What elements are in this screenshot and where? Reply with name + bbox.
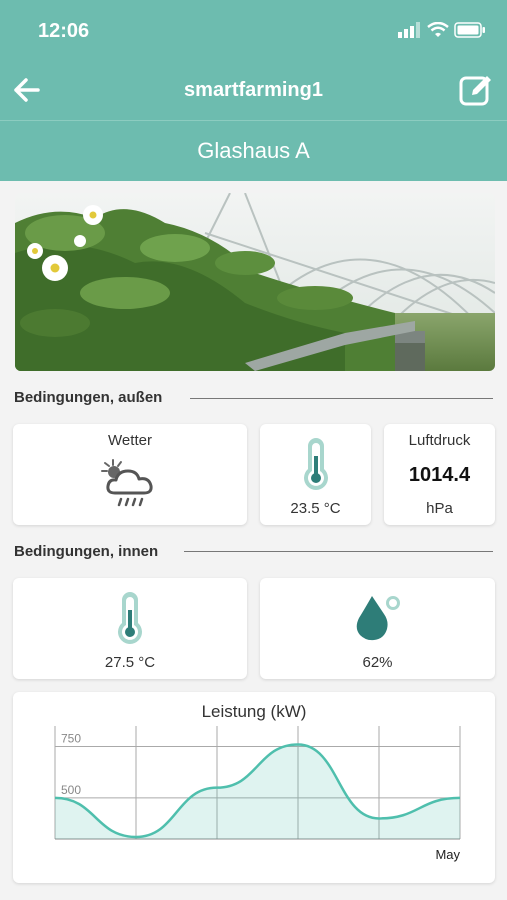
section-divider-outside [190,398,493,399]
section-title-inside: Bedingungen, innen [14,543,159,560]
weather-label: Wetter [108,432,152,449]
greenhouse-header: Glashaus A [0,121,507,181]
wifi-icon [427,22,449,37]
inside-temperature-card[interactable]: 27.5 °C [13,578,247,679]
edit-icon [459,76,491,106]
humidity-value: 62% [362,654,393,671]
signal-icon [398,22,420,38]
outside-temperature-value: 23.5 °C [290,500,341,517]
chart-y-tick-label: 500 [61,783,81,797]
humidity-drop-icon [356,596,400,641]
power-chart-card[interactable]: Leistung (kW) 500 750 May [13,692,495,883]
nav-title: smartfarming1 [184,79,323,101]
outside-temperature-card[interactable]: 23.5 °C [260,424,371,525]
battery-icon [454,22,485,38]
pressure-card[interactable]: Luftdruck 1014.4 hPa [384,424,495,525]
humidity-card[interactable]: 62% [260,578,495,679]
chart-x-tick-label: May [435,847,460,862]
greenhouse-photo [15,193,495,371]
greenhouse-image [15,193,495,371]
section-divider-inside [184,551,493,552]
section-title-outside: Bedingungen, außen [14,389,163,406]
greenhouse-title: Glashaus A [197,138,310,163]
partly-cloudy-rain-icon [101,459,153,507]
back-button[interactable] [8,72,48,108]
chart-area-fill [55,744,460,839]
power-chart: 500 750 May [54,726,461,862]
thermometer-icon [118,592,142,644]
chart-y-tick-label: 750 [61,732,81,746]
nav-bar: smartfarming1 [0,60,507,120]
edit-button[interactable] [457,72,497,108]
status-time: 12:06 [38,20,90,42]
pressure-value: 1014.4 [408,464,471,486]
pressure-label: Luftdruck [408,432,471,449]
inside-temperature-value: 27.5 °C [104,654,156,671]
pressure-unit: hPa [426,500,453,517]
status-bar: 12:06 [0,0,507,60]
weather-card[interactable]: Wetter [13,424,247,525]
arrow-left-icon [14,78,40,102]
thermometer-icon [304,438,328,490]
